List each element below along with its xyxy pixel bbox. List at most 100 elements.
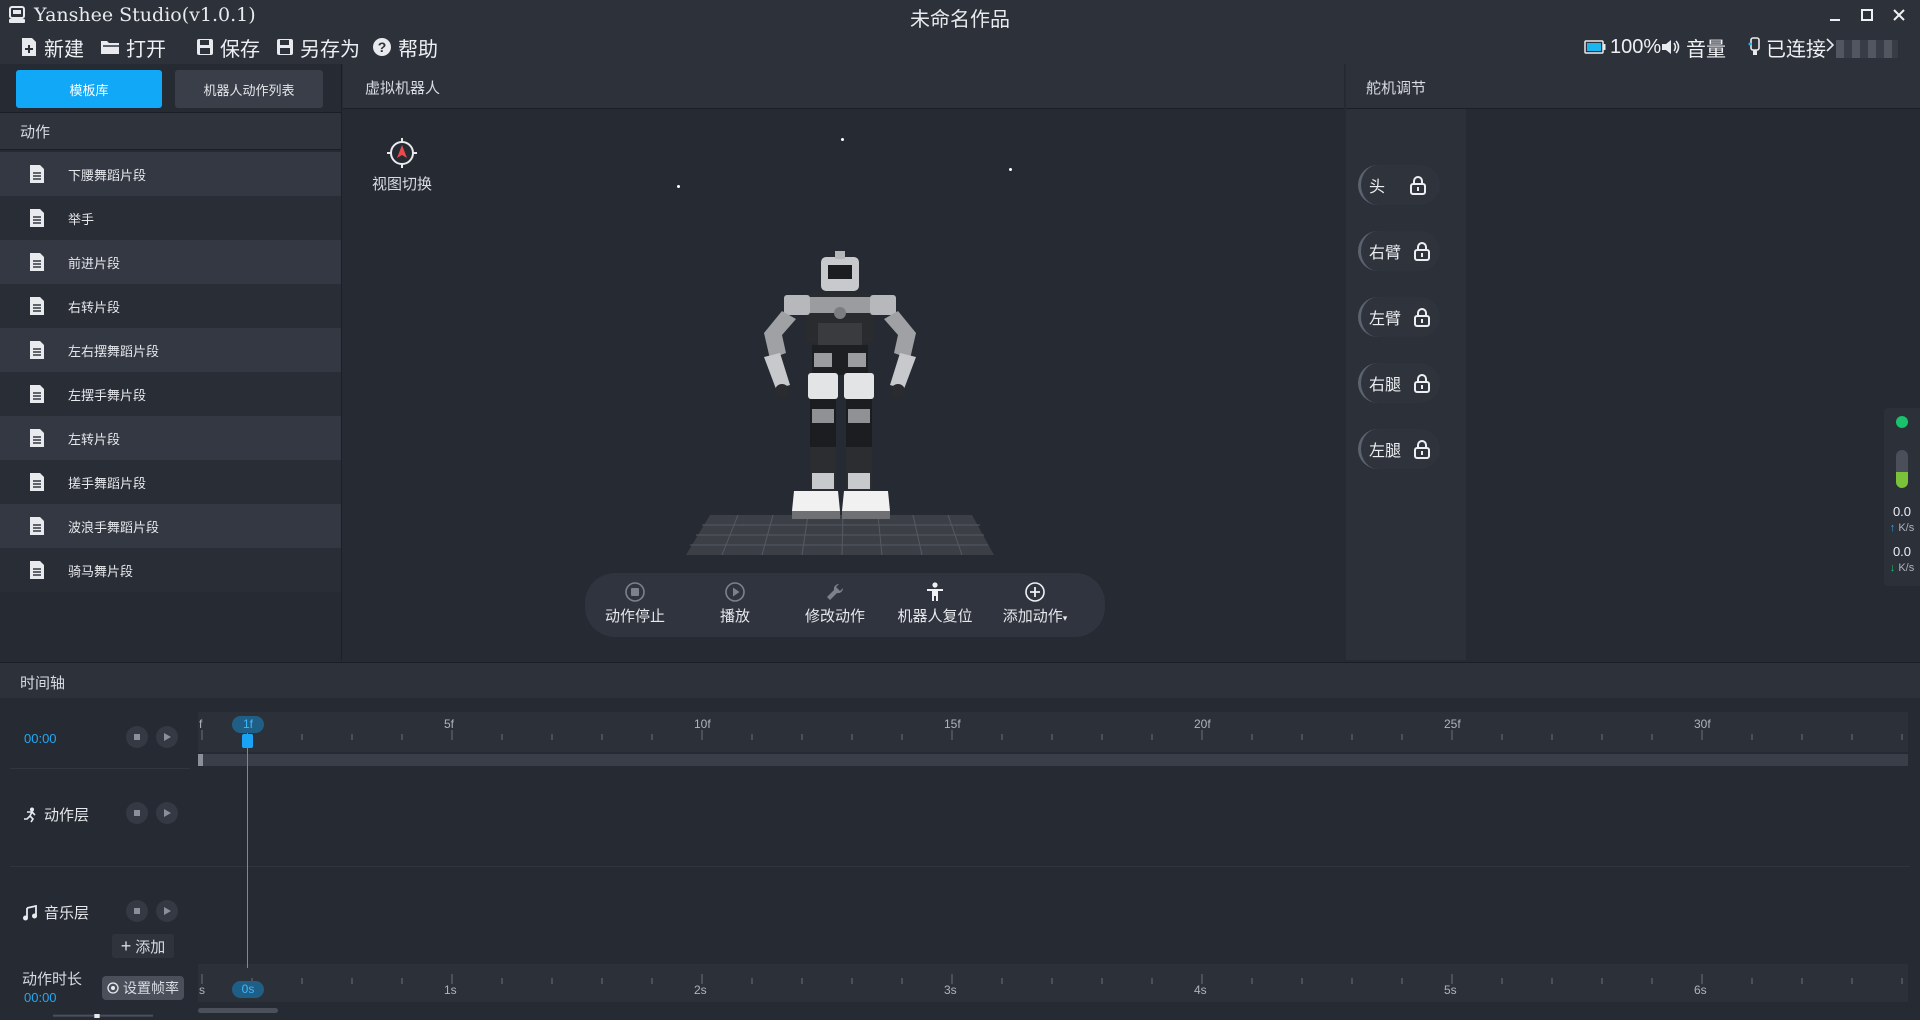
title-bar: Yanshee Studio(v1.0.1) 未命名作品 xyxy=(0,0,1920,31)
edit-action-button[interactable]: 修改动作 xyxy=(785,581,885,626)
timeline-zoom-slider[interactable] xyxy=(28,1014,178,1018)
action-list-item[interactable]: 左转片段 xyxy=(0,416,341,460)
help-button[interactable]: ? 帮助 xyxy=(372,34,438,61)
robot-model[interactable] xyxy=(678,249,1008,559)
action-layer-play-button[interactable] xyxy=(156,802,178,824)
save-button[interactable]: 保存 xyxy=(196,34,260,61)
edit-action-label: 修改动作 xyxy=(804,608,865,625)
minimize-button[interactable] xyxy=(1820,3,1850,27)
new-label: 新建 xyxy=(44,38,84,61)
running-icon xyxy=(24,807,36,822)
close-button[interactable] xyxy=(1884,3,1914,27)
servo-group-button[interactable]: 左腿 xyxy=(1358,429,1440,469)
connection-icon xyxy=(1748,37,1760,55)
document-icon xyxy=(30,561,44,579)
add-music-button[interactable]: + 添加 xyxy=(112,934,174,958)
seconds-ruler-label: 6s xyxy=(1694,983,1707,997)
download-speed-unit: ↓ K/s xyxy=(1889,562,1915,574)
servo-group-button[interactable]: 头 xyxy=(1358,165,1440,205)
tab-template-library[interactable]: 模板库 xyxy=(16,70,162,108)
lock-icon[interactable] xyxy=(1413,373,1431,393)
document-title: 未命名作品 xyxy=(910,9,1010,31)
actions-section-header: 动作 xyxy=(0,112,341,150)
action-list-item[interactable]: 波浪手舞蹈片段 xyxy=(0,504,341,548)
action-item-label: 搓手舞蹈片段 xyxy=(68,475,147,491)
volume-label: 音量 xyxy=(1686,38,1726,61)
robot-3d-viewport[interactable]: 视图切换 动作停止 播放 修改动作 机器人复位 添加动作▾ xyxy=(343,109,1344,660)
left-panel: 模板库 机器人动作列表 动作 下腰舞蹈片段举手前进片段右转片段 左右摆舞蹈片段左摆… xyxy=(0,64,342,660)
action-list-item[interactable]: 前进片段 xyxy=(0,240,341,284)
timeline-horizontal-scrollbar[interactable] xyxy=(198,1008,278,1013)
open-button[interactable]: 打开 xyxy=(100,34,166,61)
save-as-icon xyxy=(277,39,293,55)
robot-reset-button[interactable]: 机器人复位 xyxy=(885,581,985,626)
online-dot-icon xyxy=(1896,416,1908,428)
virtual-robot-header: 虚拟机器人 xyxy=(343,64,1344,109)
music-layer-play-button[interactable] xyxy=(156,900,178,922)
action-list-item[interactable]: 搓手舞蹈片段 xyxy=(0,460,341,504)
view-switch-button[interactable]: 视图切换 xyxy=(367,137,437,194)
add-circle-icon xyxy=(1025,582,1045,602)
action-list-item[interactable]: 下腰舞蹈片段 xyxy=(0,152,341,196)
timeline-stop-button[interactable] xyxy=(126,726,148,748)
servo-group-label: 右臂 xyxy=(1369,245,1402,262)
document-icon xyxy=(30,165,44,183)
servo-group-button[interactable]: 右臂 xyxy=(1358,231,1440,271)
set-frame-rate-button[interactable]: 设置帧率 xyxy=(102,976,184,1000)
add-action-button[interactable]: 添加动作▾ xyxy=(985,581,1085,626)
action-layer-stop-button[interactable] xyxy=(126,802,148,824)
servo-group-label: 右腿 xyxy=(1369,377,1402,394)
seconds-ruler[interactable]: s 1s 2s 3s 4s 5s 6s xyxy=(198,964,1908,1002)
frame-ruler[interactable]: f 5f 10f 15f 20f 25f 30f xyxy=(198,712,1908,752)
servo-group-button[interactable]: 左臂 xyxy=(1358,297,1440,337)
upload-speed-value: 0.0 xyxy=(1892,504,1912,519)
document-icon xyxy=(30,429,44,447)
lock-icon[interactable] xyxy=(1409,175,1427,195)
lock-icon[interactable] xyxy=(1413,307,1431,327)
servo-group-label: 左臂 xyxy=(1369,311,1402,328)
lock-icon[interactable] xyxy=(1413,439,1431,459)
virtual-robot-title: 虚拟机器人 xyxy=(365,80,441,97)
action-list-item[interactable]: 骑马舞片段 xyxy=(0,548,341,592)
volume-button[interactable]: 音量 xyxy=(1660,34,1726,61)
playhead-handle[interactable] xyxy=(242,734,253,748)
lock-icon[interactable] xyxy=(1413,241,1431,261)
new-button[interactable]: 新建 xyxy=(20,34,84,61)
maximize-button[interactable] xyxy=(1852,3,1882,27)
action-list-item[interactable]: 右转片段 xyxy=(0,284,341,328)
save-icon xyxy=(197,39,213,55)
action-list-item[interactable]: 左右摆舞蹈片段 xyxy=(0,328,341,372)
play-label: 播放 xyxy=(719,608,750,625)
play-button[interactable]: 播放 xyxy=(685,581,785,626)
dropdown-arrow-icon: ▾ xyxy=(1062,613,1068,623)
action-item-label: 左摆手舞片段 xyxy=(68,387,147,403)
document-icon xyxy=(30,209,44,227)
playhead-second-badge: 0s xyxy=(232,981,264,998)
seconds-ruler-label: 5s xyxy=(1444,983,1457,997)
seconds-ruler-label: s xyxy=(199,983,205,997)
timeline-header: 时间轴 xyxy=(0,662,1920,699)
account-avatar[interactable] xyxy=(1836,40,1898,58)
star-dot xyxy=(841,138,844,141)
servo-group-button[interactable]: 右腿 xyxy=(1358,363,1440,403)
action-list-item[interactable]: 左摆手舞片段 xyxy=(0,372,341,416)
stop-action-button[interactable]: 动作停止 xyxy=(585,581,685,626)
action-item-label: 前进片段 xyxy=(68,255,121,271)
speaker-icon xyxy=(1662,40,1680,54)
track-divider xyxy=(10,866,1910,867)
servo-group-label: 左腿 xyxy=(1369,443,1402,460)
tab-robot-action-list[interactable]: 机器人动作列表 xyxy=(175,70,323,108)
action-list-item[interactable]: 举手 xyxy=(0,196,341,240)
action-item-label: 举手 xyxy=(68,211,95,227)
music-layer-stop-button[interactable] xyxy=(126,900,148,922)
save-as-label: 另存为 xyxy=(300,38,360,61)
action-duration-label: 动作时长 xyxy=(22,971,83,988)
connection-status[interactable]: 已连接 xyxy=(1748,34,1826,61)
playhead-line[interactable] xyxy=(247,728,248,968)
save-label: 保存 xyxy=(220,38,260,61)
battery-icon xyxy=(1584,40,1606,54)
timeline-play-button[interactable] xyxy=(156,726,178,748)
document-icon xyxy=(30,341,44,359)
save-as-button[interactable]: 另存为 xyxy=(276,34,360,61)
open-label: 打开 xyxy=(126,38,166,61)
